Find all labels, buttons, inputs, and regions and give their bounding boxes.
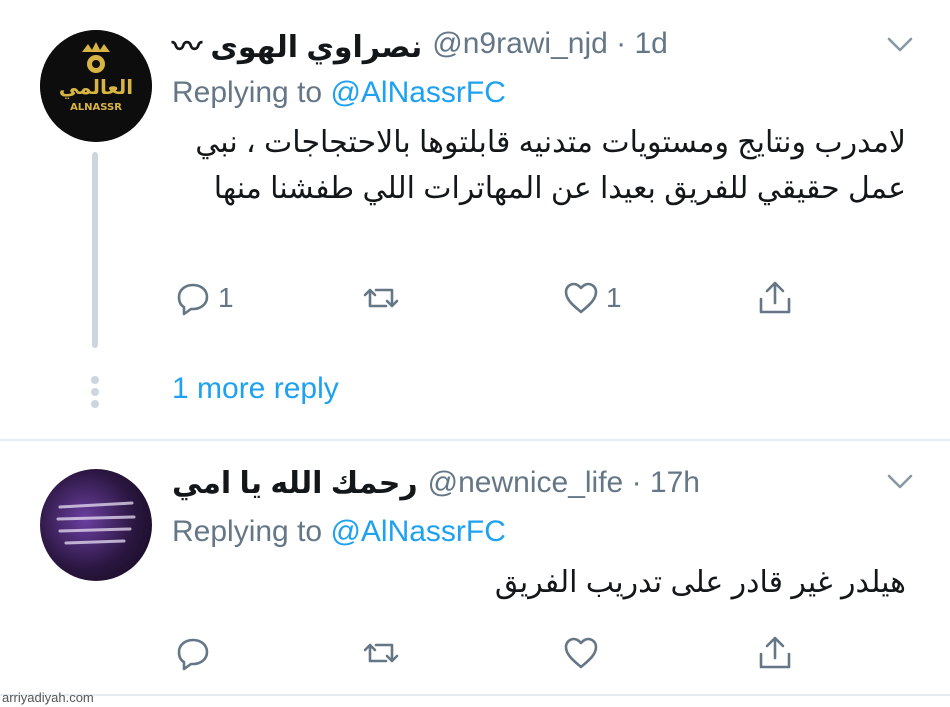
like-icon	[564, 282, 598, 314]
tweet-actions	[172, 633, 822, 673]
replying-label: Replying to	[172, 76, 323, 109]
reply-button[interactable]: 1	[174, 278, 234, 318]
avatar-text-ar: العالمي	[59, 75, 133, 100]
tweet-actions: 1 1	[172, 278, 822, 318]
retweet-icon	[363, 288, 399, 308]
replying-to: Replying to @AlNassrFC	[172, 76, 506, 110]
tweet-1[interactable]: العالمي ALNASSR نصراوي الهوى 〰 @n9rawi_n…	[0, 0, 950, 440]
tweet-header: نصراوي الهوى 〰 @n9rawi_njd · 1d	[172, 26, 668, 64]
reply-button[interactable]	[174, 633, 218, 673]
reply-count: 1	[218, 282, 234, 313]
share-icon	[759, 281, 791, 314]
share-button[interactable]	[756, 633, 794, 673]
replying-mention[interactable]: @AlNassrFC	[330, 515, 505, 548]
share-button[interactable]	[756, 278, 794, 318]
retweet-icon	[363, 643, 399, 663]
retweet-button[interactable]	[362, 278, 406, 318]
avatar-image	[56, 501, 136, 545]
avatar[interactable]: العالمي ALNASSR	[40, 30, 152, 142]
avatar-text-en: ALNASSR	[70, 102, 122, 113]
like-button[interactable]	[562, 633, 606, 673]
handle-time[interactable]: @newnice_life · 17h	[428, 466, 700, 500]
reply-icon	[177, 638, 209, 671]
like-count: 1	[606, 282, 622, 313]
like-icon	[564, 637, 598, 669]
watermark: arriyadiyah.com	[2, 690, 94, 705]
reply-icon	[177, 283, 209, 316]
avatar[interactable]	[40, 469, 152, 581]
handle-time[interactable]: @n9rawi_njd · 1d	[432, 27, 668, 61]
display-name[interactable]: رحمك الله يا امي	[172, 466, 418, 501]
thread-dots	[91, 376, 101, 412]
tweet-body: هيلدر غير قادر على تدريب الفريق	[494, 566, 906, 599]
divider	[0, 694, 950, 696]
share-icon	[759, 636, 791, 669]
thread-line	[92, 152, 98, 348]
display-name[interactable]: نصراوي الهوى 〰	[172, 22, 422, 66]
more-reply-link[interactable]: 1 more reply	[172, 372, 339, 406]
replying-mention[interactable]: @AlNassrFC	[330, 76, 505, 109]
replying-to: Replying to @AlNassrFC	[172, 515, 506, 549]
retweet-button[interactable]	[362, 633, 406, 673]
tweet-header: رحمك الله يا امي @newnice_life · 17h	[172, 465, 700, 501]
alnassr-logo-icon: العالمي ALNASSR	[40, 30, 152, 142]
tweet-body: لامدرب ونتايج ومستويات متدنيه قابلتوها ب…	[195, 126, 906, 205]
chevron-down-icon[interactable]	[886, 471, 914, 493]
replying-label: Replying to	[172, 515, 323, 548]
like-button[interactable]: 1	[562, 278, 622, 318]
chevron-down-icon[interactable]	[886, 34, 914, 56]
